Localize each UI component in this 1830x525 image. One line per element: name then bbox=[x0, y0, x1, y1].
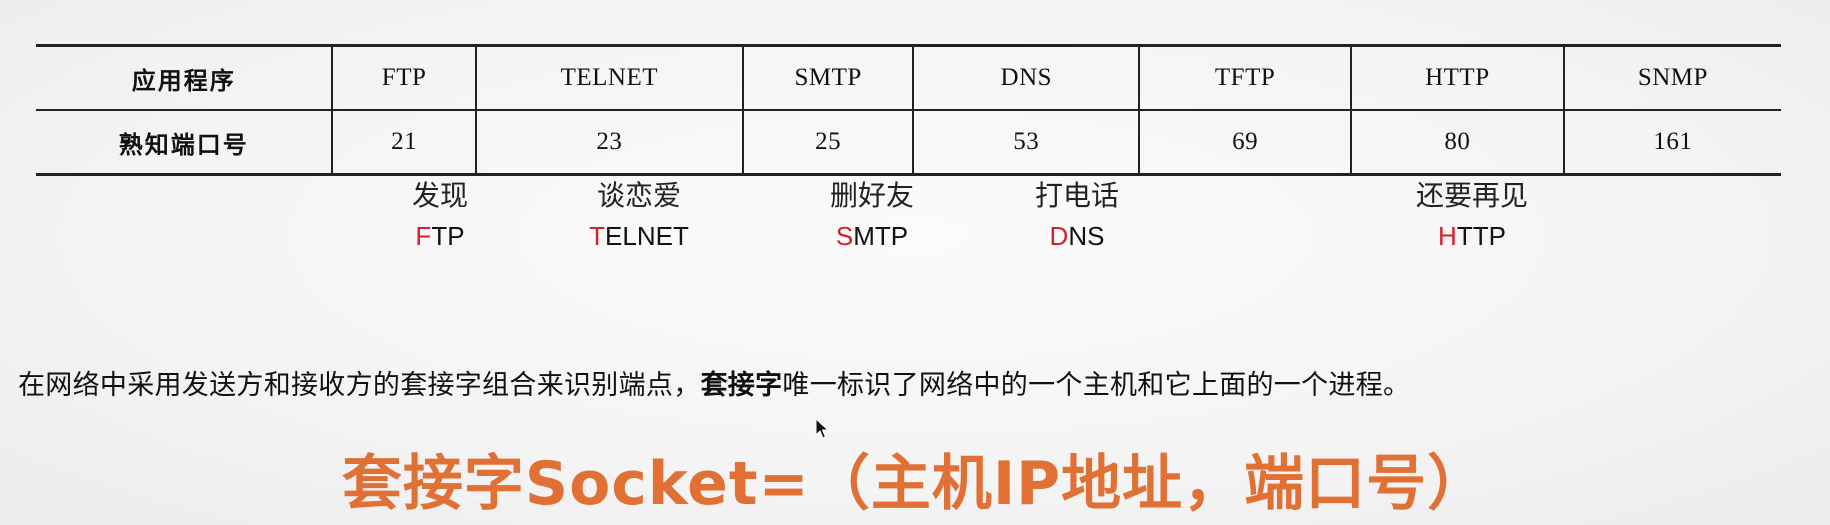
description-part1: 在网络中采用发送方和接收方的套接字组合来识别端点， bbox=[18, 370, 701, 401]
mnemonic-dns-acronym: DNS bbox=[1035, 219, 1119, 253]
mnemonic-dns-rest: NS bbox=[1068, 221, 1105, 251]
table-cell-port-dns: 53 bbox=[912, 110, 1140, 176]
table-cell-http: HTTP bbox=[1349, 44, 1564, 111]
table-header-row: 应用程序 FTP TELNET SMTP DNS TFTP HTTP SNMP bbox=[36, 44, 1781, 111]
mnemonic-smtp-first-letter: S bbox=[835, 221, 854, 251]
table-cell-port-http: 80 bbox=[1349, 110, 1564, 176]
table-cell-port-smtp: 25 bbox=[741, 110, 914, 176]
mnemonic-http-chinese: 还要再见 bbox=[1415, 179, 1529, 212]
mnemonic-dns-first-letter: D bbox=[1049, 221, 1069, 251]
mnemonic-http-rest: TTP bbox=[1456, 221, 1506, 251]
port-table: 应用程序 FTP TELNET SMTP DNS TFTP HTTP SNMP … bbox=[36, 44, 1781, 176]
mnemonic-ftp-rest: TP bbox=[431, 221, 465, 251]
mnemonic-telnet-acronym: TELNET bbox=[589, 219, 689, 253]
mnemonic-smtp: 删好友 SMTP bbox=[830, 179, 914, 253]
table-cell-port-ftp: 21 bbox=[331, 110, 476, 176]
description-part2: 唯一标识了网络中的一个主机和它上面的一个进程。 bbox=[782, 370, 1411, 401]
mnemonic-telnet-chinese: 谈恋爱 bbox=[596, 179, 682, 212]
table-cell-port-snmp: 161 bbox=[1562, 110, 1781, 176]
mnemonic-smtp-chinese: 删好友 bbox=[829, 179, 915, 212]
table-cell-smtp: SMTP bbox=[741, 44, 914, 111]
table-cell-snmp: SNMP bbox=[1562, 44, 1781, 111]
table-cell-port-tftp: 69 bbox=[1138, 110, 1351, 176]
mnemonic-http-acronym: HTTP bbox=[1416, 219, 1528, 253]
mnemonic-telnet-rest: ELNET bbox=[605, 221, 689, 251]
table-cell-ftp: FTP bbox=[331, 44, 476, 111]
table-cell-tftp: TFTP bbox=[1138, 44, 1351, 111]
mnemonic-http: 还要再见 HTTP bbox=[1416, 179, 1528, 253]
table-cell-port-label: 熟知端口号 bbox=[36, 110, 333, 176]
mnemonic-smtp-acronym: SMTP bbox=[830, 219, 914, 253]
mnemonic-telnet: 谈恋爱 TELNET bbox=[589, 179, 689, 253]
description-bold-term: 套接字 bbox=[700, 370, 783, 401]
mnemonic-dns-chinese: 打电话 bbox=[1034, 179, 1120, 212]
mnemonic-ftp-chinese: 发现 bbox=[411, 179, 469, 212]
mnemonic-ftp: 发现 FTP bbox=[412, 179, 468, 253]
table-cell-app-label: 应用程序 bbox=[36, 44, 333, 111]
table-cell-dns: DNS bbox=[912, 44, 1140, 111]
socket-formula: 套接字Socket=（主机IP地址，端口号） bbox=[341, 449, 1489, 519]
mnemonic-smtp-rest: MTP bbox=[853, 221, 909, 251]
table-port-row: 熟知端口号 21 23 25 53 69 80 161 bbox=[36, 110, 1781, 176]
mnemonic-http-first-letter: H bbox=[1438, 221, 1457, 251]
mnemonic-ftp-acronym: FTP bbox=[412, 219, 468, 253]
mnemonic-ftp-first-letter: F bbox=[415, 221, 432, 251]
mnemonic-telnet-first-letter: T bbox=[589, 221, 606, 251]
table-cell-port-telnet: 23 bbox=[474, 110, 743, 176]
slide: 应用程序 FTP TELNET SMTP DNS TFTP HTTP SNMP … bbox=[0, 0, 1830, 525]
mnemonic-dns: 打电话 DNS bbox=[1035, 179, 1119, 253]
socket-description: 在网络中采用发送方和接收方的套接字组合来识别端点，套接字唯一标识了网络中的一个主… bbox=[18, 363, 1410, 402]
table-cell-telnet: TELNET bbox=[474, 44, 743, 111]
